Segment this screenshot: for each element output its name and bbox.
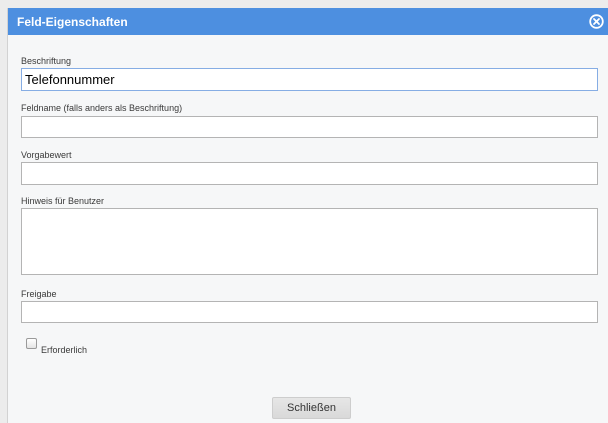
- page-background: Feld-Eigenschaften Beschriftung Feldname…: [0, 0, 608, 423]
- release-input[interactable]: [21, 301, 598, 323]
- close-button[interactable]: Schließen: [272, 397, 351, 419]
- dialog-titlebar[interactable]: Feld-Eigenschaften: [8, 8, 608, 35]
- field-name-label: Feldname (falls anders als Beschriftung): [21, 103, 183, 113]
- required-label[interactable]: Erforderlich: [41, 345, 87, 356]
- required-checkbox[interactable]: [26, 338, 37, 349]
- caption-input[interactable]: [21, 68, 598, 91]
- field-properties-dialog: Feld-Eigenschaften Beschriftung Feldname…: [8, 8, 608, 423]
- default-value-input[interactable]: [21, 162, 598, 185]
- user-hint-textarea[interactable]: [21, 208, 598, 275]
- field-name-input[interactable]: [21, 116, 598, 138]
- close-circle-icon[interactable]: [589, 14, 604, 29]
- user-hint-label: Hinweis für Benutzer: [21, 196, 105, 206]
- dialog-title: Feld-Eigenschaften: [17, 15, 128, 29]
- default-value-label: Vorgabewert: [21, 150, 72, 160]
- release-label: Freigabe: [21, 289, 57, 299]
- caption-label: Beschriftung: [21, 56, 72, 66]
